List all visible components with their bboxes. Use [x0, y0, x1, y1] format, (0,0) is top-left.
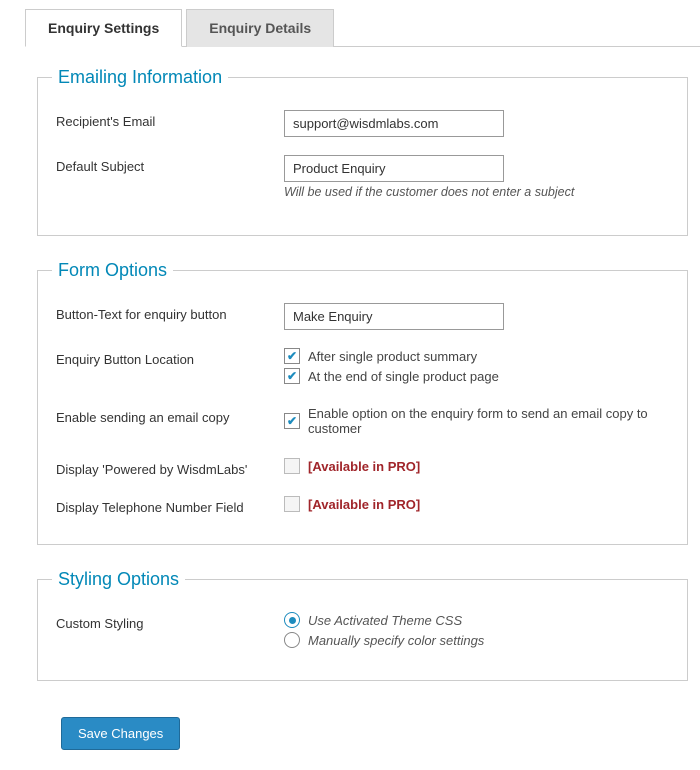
default-subject-hint: Will be used if the customer does not en…	[284, 185, 669, 199]
styling-radio-theme-css[interactable]	[284, 612, 300, 628]
styling-options-fieldset: Styling Options Custom Styling Use Activ…	[37, 569, 688, 681]
email-copy-checkbox[interactable]	[284, 413, 300, 429]
location-checkbox-end-page[interactable]	[284, 368, 300, 384]
emailing-fieldset: Emailing Information Recipient's Email D…	[37, 67, 688, 236]
powered-by-checkbox[interactable]	[284, 458, 300, 474]
email-copy-desc: Enable option on the enquiry form to sen…	[308, 406, 669, 436]
powered-pro-badge: [Available in PRO]	[308, 459, 420, 474]
powered-by-label: Display 'Powered by WisdmLabs'	[56, 458, 284, 477]
settings-panel: Emailing Information Recipient's Email D…	[25, 67, 700, 770]
save-changes-button[interactable]: Save Changes	[61, 717, 180, 750]
emailing-legend: Emailing Information	[52, 67, 228, 88]
form-options-fieldset: Form Options Button-Text for enquiry but…	[37, 260, 688, 545]
telephone-field-label: Display Telephone Number Field	[56, 496, 284, 515]
email-copy-label: Enable sending an email copy	[56, 406, 284, 425]
form-options-legend: Form Options	[52, 260, 173, 281]
location-checkbox-after-summary[interactable]	[284, 348, 300, 364]
button-text-input[interactable]	[284, 303, 504, 330]
styling-opt1-text: Use Activated Theme CSS	[308, 613, 462, 628]
tab-enquiry-details[interactable]: Enquiry Details	[186, 9, 334, 47]
telephone-pro-badge: [Available in PRO]	[308, 497, 420, 512]
tab-enquiry-settings[interactable]: Enquiry Settings	[25, 9, 182, 47]
styling-radio-manual[interactable]	[284, 632, 300, 648]
recipient-email-label: Recipient's Email	[56, 110, 284, 129]
default-subject-input[interactable]	[284, 155, 504, 182]
location-opt2-text: At the end of single product page	[308, 369, 499, 384]
telephone-checkbox[interactable]	[284, 496, 300, 512]
default-subject-label: Default Subject	[56, 155, 284, 174]
styling-options-legend: Styling Options	[52, 569, 185, 590]
button-location-label: Enquiry Button Location	[56, 348, 284, 367]
styling-opt2-text: Manually specify color settings	[308, 633, 484, 648]
location-opt1-text: After single product summary	[308, 349, 477, 364]
button-text-label: Button-Text for enquiry button	[56, 303, 284, 322]
custom-styling-label: Custom Styling	[56, 612, 284, 631]
recipient-email-input[interactable]	[284, 110, 504, 137]
settings-tabs: Enquiry Settings Enquiry Details	[25, 8, 700, 47]
